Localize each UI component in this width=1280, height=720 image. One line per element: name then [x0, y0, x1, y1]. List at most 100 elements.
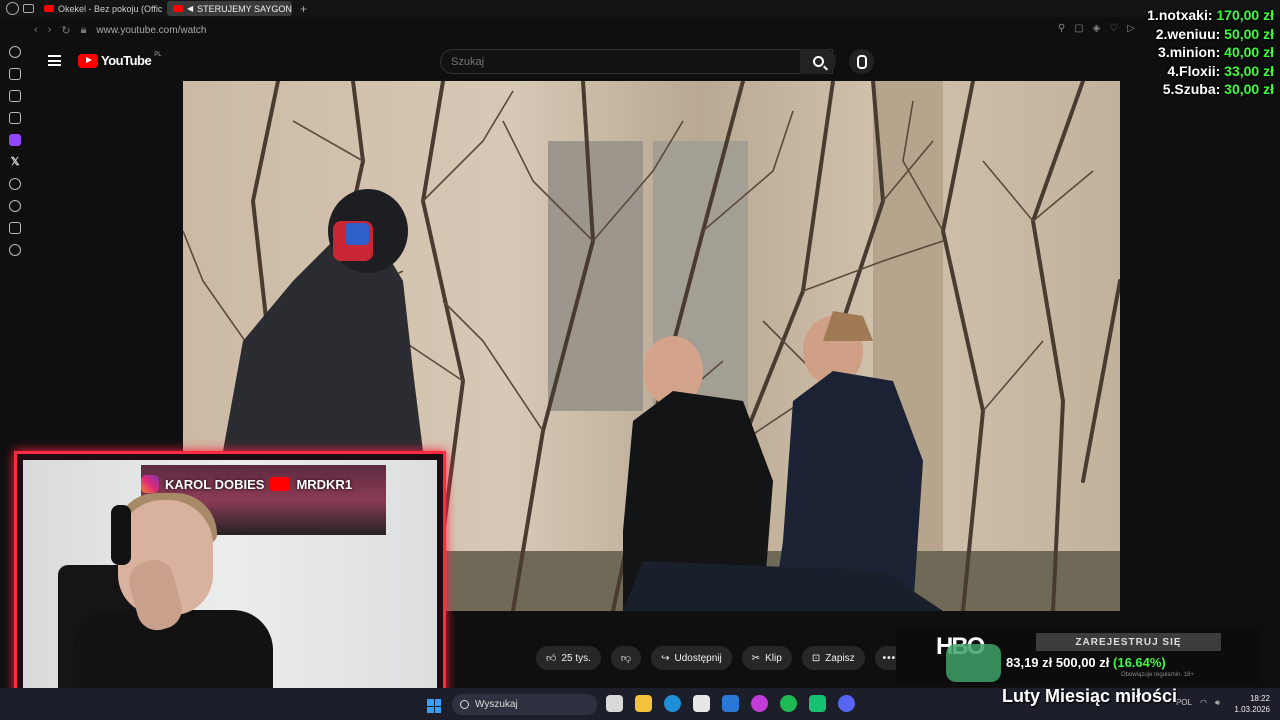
- back-icon[interactable]: ‹: [34, 24, 38, 36]
- lang-indicator[interactable]: POL: [1176, 698, 1192, 708]
- youtube-icon: [270, 477, 291, 491]
- address-bar: ‹ › ↻ 🔒︎ www.youtube.com/watch ⚲ ▢ ◈ ♡ ▷: [30, 20, 1280, 40]
- thumb-up-icon: 👍︎: [546, 653, 557, 664]
- clock-date: 1.03.2026: [1234, 705, 1270, 714]
- tab-label: Okekel - Bez pokoju (Offic: [58, 3, 163, 14]
- youtube-play-icon: [78, 53, 98, 68]
- x-icon[interactable]: 𝕏: [9, 156, 21, 168]
- browser-tabbar: Okekel - Bez pokoju (Offic ◀ STERUJEMY S…: [0, 0, 1280, 17]
- taskbar-search[interactable]: Wyszukaj: [452, 694, 597, 715]
- new-tab-button[interactable]: +: [296, 2, 311, 16]
- share-icon: ↪: [661, 652, 670, 664]
- ranking-row: 3.minion: 40,00 zł: [1147, 43, 1274, 62]
- clock-time: 18:22: [1249, 694, 1270, 703]
- wifi-icon[interactable]: ◠: [1200, 698, 1207, 708]
- ranking-name: 2.weniuu:: [1155, 25, 1221, 42]
- search-input[interactable]: [441, 50, 761, 73]
- clock-icon[interactable]: [9, 200, 21, 212]
- clip-button[interactable]: ✂ Klip: [741, 646, 792, 670]
- promo-caption: Luty Miesiąc miłości: [1002, 686, 1178, 706]
- headset: [111, 505, 131, 565]
- like-button[interactable]: 👍︎ 25 tys.: [536, 646, 601, 670]
- save-label: Zapisz: [825, 652, 855, 664]
- bookmark-icon[interactable]: ♡: [1109, 23, 1118, 34]
- player-icon[interactable]: ▷: [1127, 23, 1135, 34]
- task-view-icon[interactable]: [606, 695, 623, 712]
- save-button[interactable]: ⊡ Zapisz: [801, 646, 865, 670]
- edge-icon[interactable]: [664, 695, 681, 712]
- app-icon[interactable]: [809, 695, 826, 712]
- voice-search-button[interactable]: [849, 49, 874, 74]
- clip-label: Klip: [765, 652, 782, 664]
- browser-menu-icon[interactable]: [6, 2, 19, 15]
- social-handles: KAROL DOBIES MRDKR1: [141, 475, 352, 493]
- ranking-amount: 33,00 zł: [1224, 62, 1274, 79]
- search-button[interactable]: [800, 49, 836, 74]
- store-icon[interactable]: [693, 695, 710, 712]
- video-actions: 👍︎ 25 tys. 👎︎ ↪ Udostępnij ✂ Klip ⊡ Zapi…: [536, 646, 905, 670]
- share-label: Udostępnij: [674, 652, 722, 664]
- tab-label: STERUJEMY SAYGON: [197, 3, 292, 14]
- sponsor-graphic: [946, 644, 1001, 682]
- ad-fineprint: Obowiązuje regulamin. 18+: [1121, 672, 1194, 678]
- sponsor-goal-widget: HBO ZAREJESTRUJ SIĘ 83,19 zł 500,00 zł (…: [896, 628, 1260, 684]
- url-field[interactable]: www.youtube.com/watch: [96, 25, 206, 36]
- extensions-icon[interactable]: [9, 222, 21, 234]
- youtube-favicon-icon: [173, 5, 183, 12]
- goal-percent: (16.64%): [1113, 655, 1166, 670]
- workspace-icon[interactable]: [23, 4, 34, 13]
- menu-icon[interactable]: [48, 55, 61, 66]
- spotify-icon[interactable]: [780, 695, 797, 712]
- reload-icon[interactable]: ↻: [61, 24, 70, 37]
- file-explorer-icon[interactable]: [635, 695, 652, 712]
- screenshot-icon[interactable]: ▢: [1074, 23, 1083, 34]
- scissors-icon: ✂: [751, 652, 761, 664]
- tab-music-video[interactable]: Okekel - Bez pokoju (Offic: [38, 1, 163, 16]
- youtube-header: YouTube PL: [30, 42, 1280, 80]
- clock[interactable]: 18:22 1.03.2026: [1234, 693, 1270, 715]
- volume-icon[interactable]: 🔊︎: [1215, 698, 1220, 708]
- ranking-name: 4.Floxii:: [1167, 62, 1221, 79]
- region-label: PL: [154, 51, 162, 58]
- share-button[interactable]: ↪ Udostępnij: [651, 646, 732, 670]
- youtube-logo[interactable]: YouTube PL: [78, 51, 162, 68]
- system-tray: POL ◠ 🔊︎: [1176, 698, 1220, 708]
- search-box: [440, 49, 833, 74]
- twitch-icon[interactable]: [9, 134, 21, 146]
- thumb-down-icon: 👎︎: [620, 653, 632, 664]
- donation-ranking: 1.notxaki: 170,00 zł 2.weniuu: 50,00 zł …: [1147, 6, 1274, 99]
- tools-icon[interactable]: [9, 68, 21, 80]
- instagram-icon: [141, 475, 159, 493]
- taskbar-apps: [606, 695, 855, 712]
- tab-active-video[interactable]: ◀ STERUJEMY SAYGON: [167, 1, 292, 16]
- settings-icon[interactable]: [9, 244, 21, 256]
- ranking-name: 5.Szuba:: [1162, 81, 1221, 97]
- opera-gx-icon[interactable]: [751, 695, 768, 712]
- search-icon: [460, 700, 469, 709]
- instagram-handle: KAROL DOBIES: [165, 476, 265, 492]
- tracker-icon[interactable]: ◈: [1093, 23, 1101, 34]
- wallet-icon[interactable]: [9, 90, 21, 102]
- taskbar-search-label: Wyszukaj: [475, 699, 518, 710]
- more-icon: •••: [882, 652, 897, 664]
- address-actions: ⚲ ▢ ◈ ♡ ▷: [1058, 23, 1135, 34]
- goal-progress: 83,19 zł 500,00 zł (16.64%): [1006, 655, 1166, 670]
- ranking-row: 5.Szuba: 30,00 zł: [1147, 80, 1274, 99]
- goal-target: 500,00 zł: [1055, 655, 1110, 670]
- screen: Okekel - Bez pokoju (Offic ◀ STERUJEMY S…: [0, 0, 1280, 720]
- register-button[interactable]: ZAREJESTRUJ SIĘ: [1036, 633, 1221, 651]
- discord-icon[interactable]: [838, 695, 855, 712]
- forward-icon[interactable]: ›: [48, 24, 52, 36]
- pin-icon[interactable]: ⚲: [1058, 23, 1065, 34]
- ranking-row: 1.notxaki: 170,00 zł: [1147, 6, 1274, 25]
- messenger-icon[interactable]: [9, 112, 21, 124]
- player-sidebar-icon[interactable]: [9, 178, 21, 190]
- history-icon[interactable]: [9, 46, 21, 58]
- dislike-button[interactable]: 👎︎: [610, 646, 642, 670]
- youtube-favicon-icon: [44, 5, 54, 12]
- lock-icon: 🔒︎: [80, 23, 87, 36]
- ranking-row: 2.weniuu: 50,00 zł: [1147, 25, 1274, 44]
- goal-raised: 83,19 zł: [1006, 655, 1053, 670]
- windows-start-icon[interactable]: [427, 699, 441, 713]
- mail-icon[interactable]: [722, 695, 739, 712]
